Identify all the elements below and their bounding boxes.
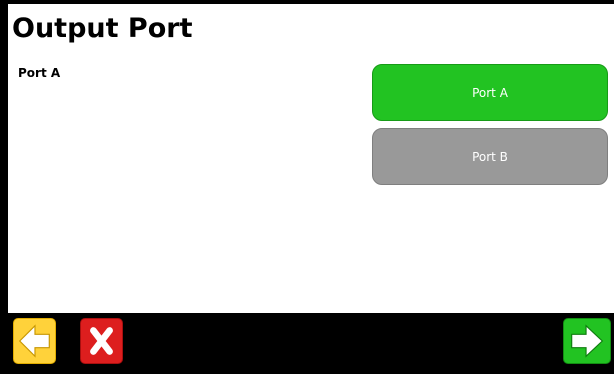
- back-button[interactable]: [13, 318, 56, 364]
- bottom-toolbar: [0, 313, 614, 374]
- page-title: Output Port: [12, 13, 193, 44]
- close-icon: [90, 327, 113, 355]
- port-b-button[interactable]: Port B: [372, 128, 608, 185]
- port-b-button-label: Port B: [472, 149, 508, 164]
- output-port-screen: Output Port Port A Port A Port B: [0, 0, 614, 374]
- current-port-label: Port A: [18, 66, 61, 80]
- next-button[interactable]: [563, 318, 611, 364]
- port-a-button[interactable]: Port A: [372, 64, 608, 121]
- port-a-button-label: Port A: [472, 85, 508, 100]
- arrow-right-icon: [571, 324, 604, 358]
- cancel-button[interactable]: [80, 318, 123, 364]
- arrow-left-icon: [18, 324, 50, 358]
- content-panel: Output Port Port A Port A Port B: [8, 4, 614, 313]
